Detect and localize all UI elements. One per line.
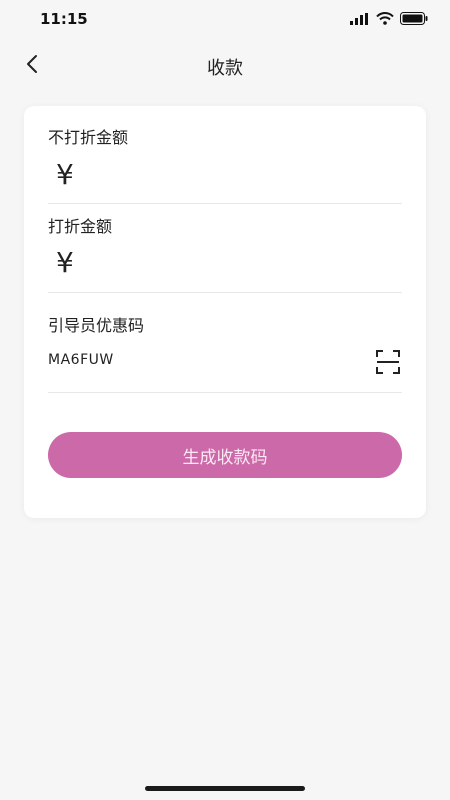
status-bar: 11:15 (0, 0, 450, 40)
divider (48, 392, 402, 393)
divider (48, 203, 402, 204)
non-discount-section: 不打折金额 (48, 124, 402, 148)
payment-form-card: 不打折金额 ¥ 打折金额 ¥ 引导员优惠码 MA6FUW 生成收款码 (24, 106, 426, 518)
guide-code-section: 引导员优惠码 (48, 312, 402, 336)
home-indicator (145, 786, 305, 791)
non-discount-currency-symbol: ¥ (56, 158, 74, 191)
wifi-icon (376, 10, 394, 29)
non-discount-label: 不打折金额 (48, 128, 129, 147)
battery-icon (400, 10, 428, 29)
guide-code-field[interactable]: MA6FUW (48, 352, 114, 368)
page-title: 收款 (207, 58, 243, 79)
nav-bar: 收款 (0, 44, 450, 88)
status-icons (350, 10, 428, 29)
discount-section: 打折金额 (48, 213, 402, 237)
discount-currency-symbol: ¥ (56, 246, 74, 279)
generate-payment-code-button[interactable]: 生成收款码 (48, 432, 402, 478)
discount-amount-input[interactable]: ¥ (48, 246, 402, 282)
non-discount-amount-input[interactable]: ¥ (48, 158, 402, 194)
status-time: 11:15 (40, 10, 88, 28)
scan-button[interactable] (376, 350, 400, 374)
scan-icon (376, 350, 400, 378)
signal-icon (350, 10, 370, 29)
guide-code-label: 引导员优惠码 (48, 316, 145, 335)
divider (48, 292, 402, 293)
discount-label: 打折金额 (48, 217, 113, 236)
